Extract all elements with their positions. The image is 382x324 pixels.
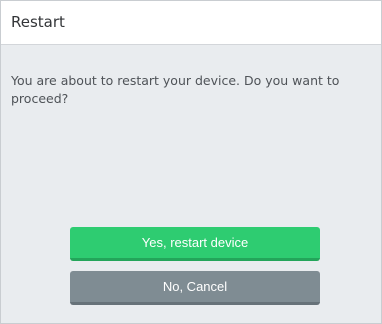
confirm-restart-button[interactable]: Yes, restart device <box>70 227 320 261</box>
dialog-header: Restart <box>1 1 381 45</box>
dialog-title: Restart <box>11 13 65 31</box>
restart-dialog: Restart You are about to restart your de… <box>0 0 382 324</box>
dialog-message: You are about to restart your device. Do… <box>11 73 340 106</box>
cancel-button[interactable]: No, Cancel <box>70 271 320 305</box>
